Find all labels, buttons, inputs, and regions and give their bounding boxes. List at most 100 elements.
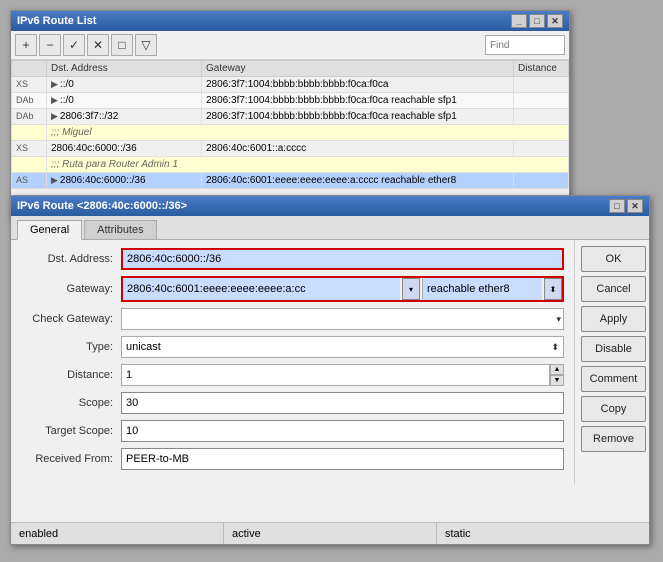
- gateway-input[interactable]: [123, 278, 400, 300]
- flag-cell: DAb: [12, 109, 47, 125]
- comment-button[interactable]: Comment: [581, 366, 646, 392]
- toolbar: + − ✓ ✕ □ ▽: [11, 31, 569, 60]
- col-distance: Distance: [514, 61, 569, 77]
- minimize-btn[interactable]: _: [511, 14, 527, 28]
- status-bar: enabled active static: [11, 522, 649, 544]
- distance-input[interactable]: 1: [121, 364, 550, 386]
- check-btn[interactable]: ✓: [63, 34, 85, 56]
- gateway-dropdown-btn[interactable]: ▾: [402, 278, 420, 300]
- distance-label: Distance:: [21, 369, 121, 381]
- gateway-row: Gateway: ▾ ⬍: [21, 276, 564, 302]
- check-gateway-input[interactable]: ▾: [121, 308, 564, 330]
- status-enabled: enabled: [11, 523, 224, 544]
- table-row[interactable]: DAb ▶::/0 2806:3f7:1004:bbbb:bbbb:bbbb:f…: [12, 93, 569, 109]
- tab-general[interactable]: General: [17, 220, 82, 240]
- target-scope-label: Target Scope:: [21, 425, 121, 437]
- add-btn[interactable]: +: [15, 34, 37, 56]
- dst-address-label: Dst. Address:: [21, 253, 121, 265]
- dst-cell: 2806:40c:6000::/36: [47, 141, 202, 157]
- distance-row: Distance: 1 ▲ ▼: [21, 364, 564, 386]
- route-list-content: + − ✓ ✕ □ ▽ Dst. Address Gateway Distanc…: [11, 31, 569, 209]
- gateway-suffix-dropdown-btn[interactable]: ⬍: [544, 278, 562, 300]
- form-fields: Dst. Address: Gateway: ▾ ⬍ Check Gateway…: [11, 240, 574, 484]
- tab-attributes[interactable]: Attributes: [84, 220, 156, 239]
- col-flag: [12, 61, 47, 77]
- close-btn[interactable]: ✕: [547, 14, 563, 28]
- form-area: Dst. Address: Gateway: ▾ ⬍ Check Gateway…: [11, 240, 649, 484]
- dist-cell: [514, 141, 569, 157]
- remove-button[interactable]: Remove: [581, 426, 646, 452]
- detail-close-btn[interactable]: ✕: [627, 199, 643, 213]
- route-list-title: IPv6 Route List: [17, 15, 96, 27]
- dst-cell: ▶::/0: [47, 77, 202, 93]
- scope-row: Scope:: [21, 392, 564, 414]
- remove-btn[interactable]: −: [39, 34, 61, 56]
- side-buttons: OK Cancel Apply Disable Comment Copy Rem…: [574, 240, 649, 484]
- gateway-label: Gateway:: [21, 283, 121, 295]
- dist-cell: [514, 173, 569, 189]
- copy-button[interactable]: Copy: [581, 396, 646, 422]
- title-bar-buttons: _ □ ✕: [511, 14, 563, 28]
- flag-cell: XS: [12, 77, 47, 93]
- detail-title-btns: □ ✕: [609, 199, 643, 213]
- disable-button[interactable]: Disable: [581, 336, 646, 362]
- gw-cell: 2806:3f7:1004:bbbb:bbbb:bbbb:f0ca:f0ca: [202, 77, 514, 93]
- distance-value: 1: [126, 369, 132, 381]
- find-input[interactable]: [485, 35, 565, 55]
- scope-label: Scope:: [21, 397, 121, 409]
- gw-cell: 2806:40c:6001:eeee:eeee:eeee:a:cccc reac…: [202, 173, 514, 189]
- status-active: active: [224, 523, 437, 544]
- gw-cell: 2806:40c:6001::a:cccc: [202, 141, 514, 157]
- comment-cell: ;;; Miguel: [47, 125, 569, 141]
- type-label: Type:: [21, 341, 121, 353]
- table-row-comment[interactable]: ;;; Ruta para Router Admin 1: [12, 157, 569, 173]
- dist-cell: [514, 93, 569, 109]
- status-static: static: [437, 523, 649, 544]
- copy-btn[interactable]: □: [111, 34, 133, 56]
- gw-cell: 2806:3f7:1004:bbbb:bbbb:bbbb:f0ca:f0ca r…: [202, 93, 514, 109]
- scope-input[interactable]: [121, 392, 564, 414]
- route-list-title-bar[interactable]: IPv6 Route List _ □ ✕: [11, 11, 569, 31]
- tab-bar: General Attributes: [11, 216, 649, 240]
- filter-btn[interactable]: ▽: [135, 34, 157, 56]
- dst-cell: ▶2806:3f7::/32: [47, 109, 202, 125]
- dst-cell: ▶::/0: [47, 93, 202, 109]
- flag-cell: [12, 157, 47, 173]
- distance-down-btn[interactable]: ▼: [550, 375, 564, 386]
- apply-button[interactable]: Apply: [581, 306, 646, 332]
- table-row-comment[interactable]: ;;; Miguel: [12, 125, 569, 141]
- flag-cell: XS: [12, 141, 47, 157]
- route-detail-window: IPv6 Route <2806:40c:6000::/36> □ ✕ Gene…: [10, 195, 650, 545]
- received-from-input[interactable]: [121, 448, 564, 470]
- route-list-window: IPv6 Route List _ □ ✕ + − ✓ ✕ □ ▽ Dst. A…: [10, 10, 570, 220]
- route-detail-title-bar[interactable]: IPv6 Route <2806:40c:6000::/36> □ ✕: [11, 196, 649, 216]
- dst-address-row: Dst. Address:: [21, 248, 564, 270]
- maximize-btn[interactable]: □: [529, 14, 545, 28]
- table-row[interactable]: XS ▶::/0 2806:3f7:1004:bbbb:bbbb:bbbb:f0…: [12, 77, 569, 93]
- type-input[interactable]: unicast ⬍: [121, 336, 564, 358]
- table-scroll[interactable]: Dst. Address Gateway Distance XS ▶::/0 2…: [11, 60, 569, 209]
- target-scope-input[interactable]: [121, 420, 564, 442]
- table-row[interactable]: XS 2806:40c:6000::/36 2806:40c:6001::a:c…: [12, 141, 569, 157]
- table-row-selected[interactable]: AS ▶2806:40c:6000::/36 2806:40c:6001:eee…: [12, 173, 569, 189]
- received-from-label: Received From:: [21, 453, 121, 465]
- route-detail-title: IPv6 Route <2806:40c:6000::/36>: [17, 200, 187, 212]
- detail-minimize-btn[interactable]: □: [609, 199, 625, 213]
- route-table: Dst. Address Gateway Distance XS ▶::/0 2…: [11, 60, 569, 189]
- distance-up-btn[interactable]: ▲: [550, 364, 564, 375]
- gw-cell: 2806:3f7:1004:bbbb:bbbb:bbbb:f0ca:f0ca r…: [202, 109, 514, 125]
- cancel-button[interactable]: Cancel: [581, 276, 646, 302]
- flag-cell: [12, 125, 47, 141]
- check-gateway-row: Check Gateway: ▾: [21, 308, 564, 330]
- cross-btn[interactable]: ✕: [87, 34, 109, 56]
- ok-button[interactable]: OK: [581, 246, 646, 272]
- gateway-suffix-input[interactable]: [422, 278, 542, 300]
- dist-cell: [514, 109, 569, 125]
- col-gateway: Gateway: [202, 61, 514, 77]
- col-dst: Dst. Address: [47, 61, 202, 77]
- type-value: unicast: [126, 341, 161, 353]
- check-gateway-label: Check Gateway:: [21, 313, 121, 325]
- flag-cell: DAb: [12, 93, 47, 109]
- table-row[interactable]: DAb ▶2806:3f7::/32 2806:3f7:1004:bbbb:bb…: [12, 109, 569, 125]
- dst-address-input[interactable]: [121, 248, 564, 270]
